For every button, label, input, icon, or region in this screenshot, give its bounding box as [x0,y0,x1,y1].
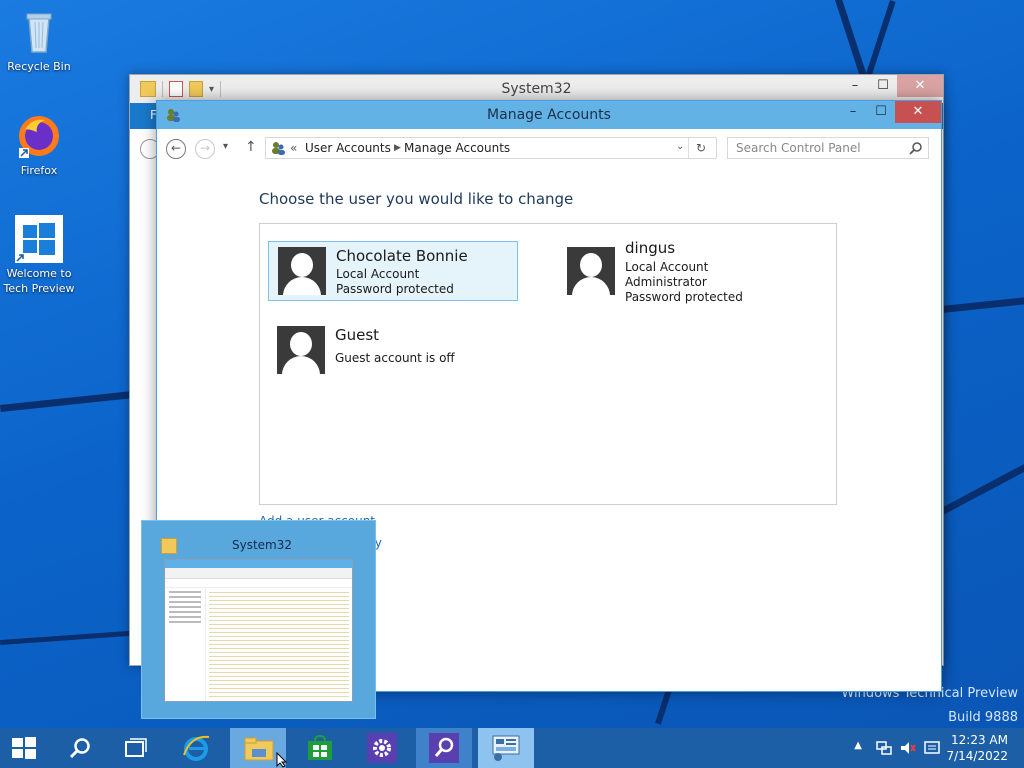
taskbar-thumbnail-preview[interactable]: System32 [141,520,376,719]
file-explorer-icon [244,737,274,761]
close-icon[interactable]: ✕ [897,75,943,97]
user-name: Guest [335,326,380,344]
breadcrumb-separator-icon[interactable]: ▶ [394,143,401,153]
minimize-icon[interactable]: – [839,101,867,123]
control-panel-caption-buttons: – ☐ ✕ [839,101,941,123]
volume-muted-icon[interactable] [900,740,916,756]
settings-button[interactable] [354,728,410,768]
clock[interactable]: 12:23 AM 7/14/2022 [946,732,1008,764]
refresh-icon[interactable]: ↻ [696,141,706,155]
user-tile-dingus[interactable]: dingus Local Account Administrator Passw… [558,234,808,310]
control-panel-titlebar[interactable]: Manage Accounts – ☐ ✕ [157,101,941,129]
maximize-icon[interactable]: ☐ [869,75,897,97]
user-avatar-icon [567,247,615,295]
windows-logo-icon [15,215,63,263]
mouse-pointer-icon [276,752,288,768]
back-arrow-icon[interactable]: ← [166,139,186,159]
minimize-icon[interactable]: – [841,75,869,97]
watermark-line2: Build 9888 [948,710,1018,725]
task-view-icon [125,738,147,757]
search-app-button[interactable] [416,728,472,768]
up-arrow-icon[interactable]: ↑ [245,139,257,155]
desktop-icon-firefox[interactable]: Firefox [1,112,77,178]
user-account-type: Local Account [625,260,709,274]
control-panel-icon [492,735,520,761]
user-avatar-icon [277,326,325,374]
user-role: Administrator [625,275,707,289]
user-name: dingus [625,239,676,257]
search-icon[interactable] [909,142,922,155]
firefox-label: Firefox [20,164,58,177]
breadcrumb-prefix[interactable]: « [290,141,297,155]
user-status: Guest account is off [335,351,455,365]
thumbnail-window-preview [164,559,353,702]
explorer-caption-buttons: – ☐ ✕ [841,75,943,97]
control-panel-title: Manage Accounts [487,107,611,123]
address-bar[interactable]: « User Accounts ▶ Manage Accounts ⌄ ↻ [265,137,717,159]
close-icon[interactable]: ✕ [895,101,941,123]
windows-start-icon [12,737,36,759]
clock-time: 12:23 AM [951,733,1008,747]
user-tile-chocolate-bonnie[interactable]: Chocolate Bonnie Local Account Password … [268,241,518,301]
store-button[interactable] [292,728,348,768]
show-hidden-icons-chevron-icon[interactable]: ▲ [854,740,862,751]
user-account-type: Local Account [336,267,420,281]
firefox-icon [15,112,63,160]
page-heading: Choose the user you would like to change [259,190,574,208]
control-panel-button[interactable] [478,728,534,768]
user-avatar-icon [278,247,326,295]
user-list-panel: Chocolate Bonnie Local Account Password … [259,223,837,505]
user-password-status: Password protected [625,290,743,304]
network-icon[interactable] [876,740,892,756]
search-taskbar-button[interactable] [52,728,108,768]
action-center-icon[interactable] [924,741,940,755]
forward-arrow-icon[interactable]: → [195,139,215,159]
task-view-button[interactable] [108,728,164,768]
recycle-bin-icon [15,8,63,56]
search-box[interactable]: Search Control Panel [727,137,929,159]
desktop-icon-recycle-bin[interactable]: Recycle Bin [1,8,77,74]
gear-icon [367,733,397,763]
desktop-icon-welcome[interactable]: Welcome to Tech Preview [1,215,77,296]
search-icon [69,738,90,759]
user-name: Chocolate Bonnie [336,247,468,265]
taskbar: ▲ 12:23 AM 7/14/2022 [0,728,1024,768]
search-app-icon [429,733,459,763]
thumbnail-title: System32 [232,538,293,552]
search-input-placeholder[interactable]: Search Control Panel [736,141,861,155]
internet-explorer-icon [183,735,210,761]
internet-explorer-button[interactable] [168,728,224,768]
recycle-bin-label: Recycle Bin [7,60,71,73]
explorer-titlebar[interactable]: ▾ System32 – ☐ ✕ [130,75,943,103]
user-tile-guest[interactable]: Guest Guest account is off [268,321,518,381]
welcome-label-line1: Welcome to [6,267,72,280]
store-icon [308,735,332,760]
clock-date: 7/14/2022 [946,749,1008,763]
maximize-icon[interactable]: ☐ [867,101,895,123]
explorer-title: System32 [501,81,572,97]
navigation-bar: ← → ▾ ↑ « User Accounts ▶ Manage Account… [157,129,941,169]
start-button[interactable] [0,728,48,768]
wallpaper-streak [0,629,150,645]
breadcrumb-manage-accounts[interactable]: Manage Accounts [404,141,510,155]
breadcrumb-user-accounts[interactable]: User Accounts [305,141,391,155]
user-accounts-icon [270,140,286,156]
recent-locations-chevron-icon[interactable]: ▾ [223,141,228,152]
user-password-status: Password protected [336,282,454,296]
welcome-label-line2: Tech Preview [3,282,75,295]
address-dropdown-icon[interactable]: ⌄ [676,141,684,152]
folder-icon [161,538,177,554]
